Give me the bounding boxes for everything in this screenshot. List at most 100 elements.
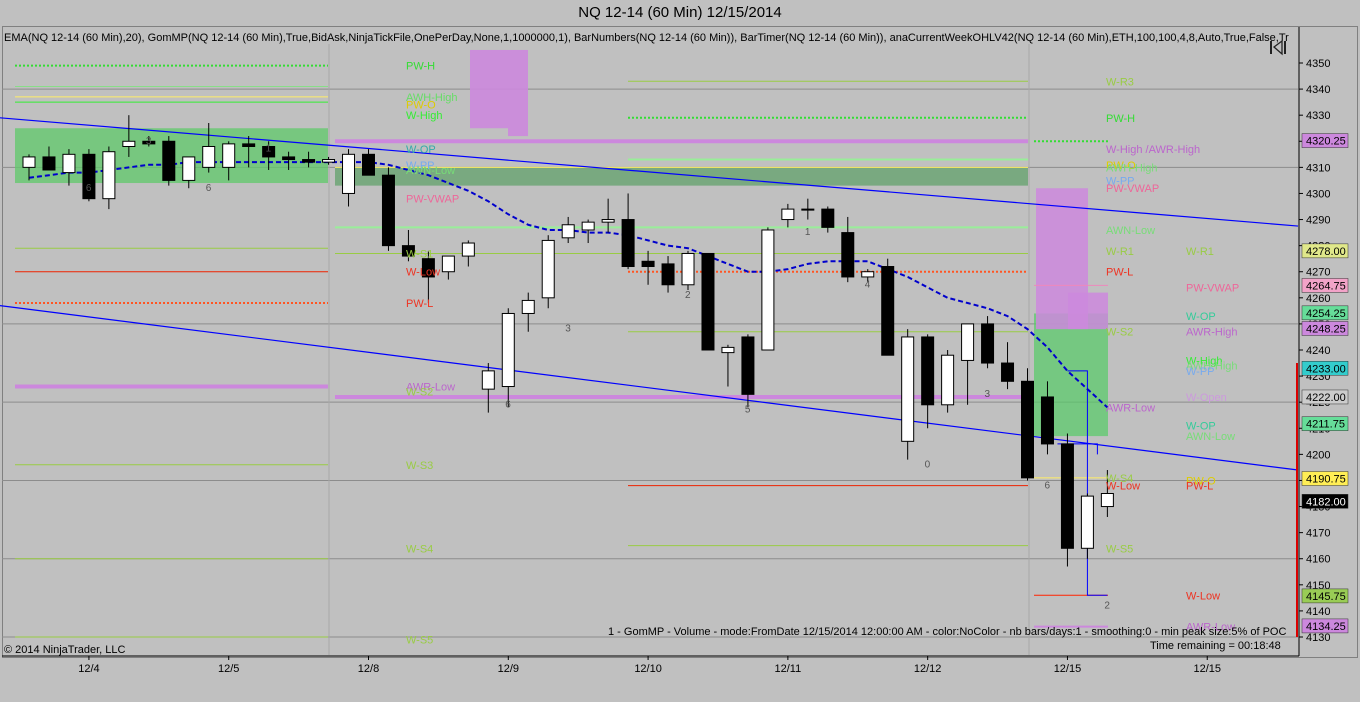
price-tag-label: 4278.00 xyxy=(1306,246,1346,258)
level-label: PW-VWAP xyxy=(406,194,459,206)
time-tick-label: 12/5 xyxy=(218,663,239,675)
price-axis: 4130414041504160417041804190420042104220… xyxy=(1296,27,1349,656)
price-tick-label: 4340 xyxy=(1306,84,1330,96)
candle-body xyxy=(521,299,535,314)
candle-body xyxy=(242,143,256,147)
bar-number: 6 xyxy=(505,399,511,410)
candle-body xyxy=(342,153,356,194)
level-label: W-Low xyxy=(1106,481,1140,493)
level-label: W-R1 xyxy=(1106,246,1134,258)
level-label: W-Low xyxy=(406,267,440,279)
candle-body xyxy=(841,232,855,278)
candle-body xyxy=(781,208,795,221)
bar-number: 5 xyxy=(745,405,751,416)
candle-body xyxy=(282,156,296,161)
candle-body xyxy=(162,140,176,181)
candle-body xyxy=(441,255,455,273)
price-tick-label: 4130 xyxy=(1306,632,1330,644)
candle-body xyxy=(1040,396,1054,445)
level-label: AWR-High xyxy=(1186,327,1238,339)
candle-body xyxy=(881,266,895,356)
candle-body xyxy=(461,242,475,257)
price-tick-label: 4200 xyxy=(1306,449,1330,461)
level-label: W-S4 xyxy=(406,543,433,555)
price-tick-label: 4160 xyxy=(1306,554,1330,566)
price-tick-label: 4260 xyxy=(1306,293,1330,305)
time-tick-label: 12/12 xyxy=(914,663,942,675)
level-label: PW-VWAP xyxy=(1186,282,1239,294)
candle-body xyxy=(561,224,575,239)
bar-number: 3 xyxy=(565,324,571,335)
price-tick-label: 4170 xyxy=(1306,528,1330,540)
candle-body xyxy=(1001,362,1015,382)
time-tick-label: 12/10 xyxy=(634,663,662,675)
level-label: PW-H xyxy=(1106,113,1135,125)
candle-body xyxy=(861,271,875,278)
candle-body xyxy=(302,159,316,163)
price-tag-label: 4211.75 xyxy=(1306,419,1345,431)
level-label: W-Open xyxy=(1186,392,1227,404)
time-axis: 12/4 12/5 12/8 12/9 12/10 12/11 12/12 12/15 12/1… xyxy=(2,655,1299,675)
bar-number: 0 xyxy=(925,459,931,470)
bar-number: 2 xyxy=(1104,600,1110,611)
price-tick-label: 4330 xyxy=(1306,110,1330,122)
profile-block-2 xyxy=(508,49,528,137)
time-tick-label: 12/8 xyxy=(358,663,379,675)
candle-body xyxy=(701,252,715,351)
level-label: W-S5 xyxy=(406,635,433,647)
candle-body xyxy=(901,336,915,442)
candle-body xyxy=(122,140,136,147)
profile-block-1 xyxy=(470,49,508,129)
candle-body xyxy=(641,260,655,268)
level-label: W-S1 xyxy=(406,248,433,260)
candle-body xyxy=(621,219,635,268)
level-label: W-S5 xyxy=(1106,543,1133,555)
candle-body xyxy=(322,159,336,163)
candle-body xyxy=(721,346,735,354)
price-tick-label: 4240 xyxy=(1306,345,1330,357)
level-label: W-High xyxy=(406,110,442,122)
level-label: W-OP xyxy=(406,144,436,156)
level-label: PW-L xyxy=(406,298,433,310)
candle-body xyxy=(222,143,236,168)
bar-numbers: 6 3 6 1 3 6 2 5 1 4 0 3 6 2 xyxy=(86,136,1110,611)
replay-button[interactable] xyxy=(1268,38,1288,56)
level-label: PW-L xyxy=(1106,267,1133,279)
indicator-list: EMA(NQ 12-14 (60 Min),20), GomMP(NQ 12-1… xyxy=(4,32,1289,44)
copyright: © 2014 NinjaTrader, LLC xyxy=(4,644,126,656)
price-tick-label: 4270 xyxy=(1306,267,1330,279)
price-tag-label: 4222.00 xyxy=(1306,392,1346,404)
level-label: W-OP xyxy=(1186,311,1216,323)
level-label: W-PP xyxy=(1186,366,1215,378)
bar-number: 1 xyxy=(805,227,811,238)
bar-number: 6 xyxy=(206,183,212,194)
candle-body xyxy=(62,153,76,174)
price-tick-label: 4300 xyxy=(1306,188,1330,200)
time-remaining: Time remaining = 00:18:48 xyxy=(1150,640,1281,652)
price-tag-label: 4254.25 xyxy=(1306,308,1346,320)
candle-body xyxy=(681,252,695,286)
candle-body xyxy=(361,153,375,176)
candle-body xyxy=(601,219,615,223)
replay-icon xyxy=(1270,39,1286,56)
candle-body xyxy=(381,174,395,247)
price-tick-label: 4350 xyxy=(1306,58,1330,70)
candle-body xyxy=(821,208,835,228)
bar-number: 3 xyxy=(985,389,991,400)
price-tag-label: 4264.75 xyxy=(1306,280,1346,292)
price-chart[interactable]: 63613625140362 PW-HAWH-HighPW-OW-HighW-O… xyxy=(0,0,1360,702)
bar-number: 6 xyxy=(1044,480,1050,491)
level-label: W-R3 xyxy=(1106,76,1134,88)
price-tick-label: 4310 xyxy=(1306,162,1330,174)
level-label: AWH-High xyxy=(1106,162,1158,174)
candle-body xyxy=(741,336,755,395)
level-label: PW-H xyxy=(406,61,435,73)
candle-body xyxy=(182,156,196,181)
level-label: AWN-Low xyxy=(406,165,455,177)
time-tick-label: 12/11 xyxy=(775,663,802,675)
candle-body xyxy=(1080,495,1094,549)
candle-body xyxy=(481,370,495,390)
candle-body xyxy=(941,354,955,406)
time-tick-label: 12/15 xyxy=(1193,663,1221,675)
price-tag-label: 4145.75 xyxy=(1306,591,1346,603)
